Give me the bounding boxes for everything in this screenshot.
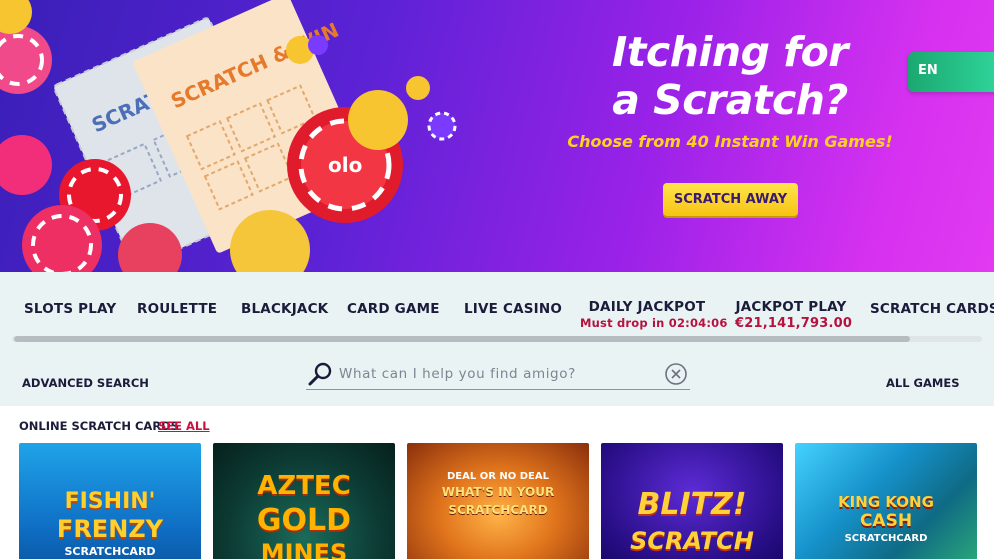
hero-banner: SCRATCH & WIN SCRATCH & WIN olo: [0, 0, 994, 272]
game-title-line: DEAL OR NO DEAL: [446, 471, 549, 482]
nav-item-roulette[interactable]: ROULETTE: [137, 272, 217, 344]
search-icon[interactable]: [306, 360, 334, 388]
jackpot-countdown: Must drop in 02:04:06: [580, 316, 728, 330]
search-field: [306, 358, 690, 390]
nav-item-label: LIVE CASINO: [464, 301, 563, 317]
game-title-line: SCRATCHCARD: [64, 545, 156, 558]
hero-title-line-2: a Scratch?: [612, 76, 848, 124]
game-title-line: WHAT'S IN YOUR: [441, 485, 555, 499]
game-title-line: SCRATCH: [630, 527, 754, 555]
clear-search-icon[interactable]: [664, 362, 688, 386]
section-title: ONLINE SCRATCH CARDS: [19, 419, 180, 433]
jackpot-amount: €21,141,793.00: [735, 316, 853, 331]
search-input[interactable]: [339, 362, 659, 386]
nav-item-label: CARD GAME: [347, 301, 440, 317]
game-title-line: FISHIN': [64, 489, 156, 514]
hero-title-line-1: Itching for: [612, 28, 848, 76]
advanced-search-link[interactable]: ADVANCED SEARCH: [22, 376, 149, 390]
nav-item-slots-play[interactable]: SLOTS PLAY: [24, 272, 116, 344]
game-title-line: SCRATCHCARD: [844, 533, 928, 544]
game-title-line: KING KONG: [838, 493, 934, 511]
nav-item-card-game[interactable]: CARD GAME: [347, 272, 440, 344]
nav-item-scratch-cards[interactable]: SCRATCH CARDS: [870, 272, 994, 344]
game-title-line: CASH: [859, 511, 913, 531]
nav-item-label: ROULETTE: [137, 301, 218, 317]
game-card-aztec-gold-mines[interactable]: AZTEC GOLD MINES: [213, 443, 395, 559]
nav-item-label: SLOTS PLAY: [24, 301, 117, 317]
game-title-line: AZTEC: [257, 471, 351, 501]
game-card-deal-or-no-deal[interactable]: DEAL OR NO DEAL WHAT'S IN YOUR SCRATCHCA…: [407, 443, 589, 559]
nav-item-label: SCRATCH CARDS: [870, 301, 994, 317]
nav-item-jackpot-play[interactable]: JACKPOT PLAY €21,141,793.00: [735, 272, 853, 344]
nav-item-label: DAILY JACKPOT: [588, 299, 706, 315]
see-all-link[interactable]: SEE ALL: [158, 419, 210, 433]
svg-text:olo: olo: [328, 153, 362, 177]
game-card-fishin-frenzy[interactable]: FISHIN' FRENZY SCRATCHCARD: [19, 443, 201, 559]
game-title-line: SCRATCHCARD: [448, 503, 548, 517]
hero-subtitle: Choose from 40 Instant Win Games!: [567, 132, 893, 151]
nav-item-daily-jackpot[interactable]: DAILY JACKPOT Must drop in 02:04:06: [580, 272, 728, 344]
nav-item-label: BLACKJACK: [241, 301, 329, 317]
nav-scrollbar-thumb[interactable]: [14, 336, 910, 342]
nav-item-blackjack[interactable]: BLACKJACK: [241, 272, 328, 344]
game-title-line: GOLD: [256, 503, 352, 538]
language-selector[interactable]: EN: [908, 52, 994, 92]
hero-illustration: SCRATCH & WIN SCRATCH & WIN olo: [0, 0, 457, 272]
game-title-line: FRENZY: [56, 515, 164, 543]
hero-title: Itching for a Scratch?: [600, 28, 860, 124]
game-title-line: MINES: [260, 539, 348, 559]
nav-item-label: JACKPOT PLAY: [735, 299, 847, 315]
game-card-king-kong-cash[interactable]: KING KONG CASH SCRATCHCARD: [795, 443, 977, 559]
nav-item-live-casino[interactable]: LIVE CASINO: [464, 272, 562, 344]
game-title-line: BLITZ!: [637, 487, 747, 522]
game-card-blitz-scratch[interactable]: BLITZ! SCRATCH: [601, 443, 783, 559]
all-games-dropdown[interactable]: ALL GAMES: [886, 376, 959, 390]
scratch-away-button[interactable]: SCRATCH AWAY: [663, 183, 798, 216]
game-category-nav: SLOTS PLAY ROULETTE BLACKJACK CARD GAME …: [0, 272, 994, 344]
